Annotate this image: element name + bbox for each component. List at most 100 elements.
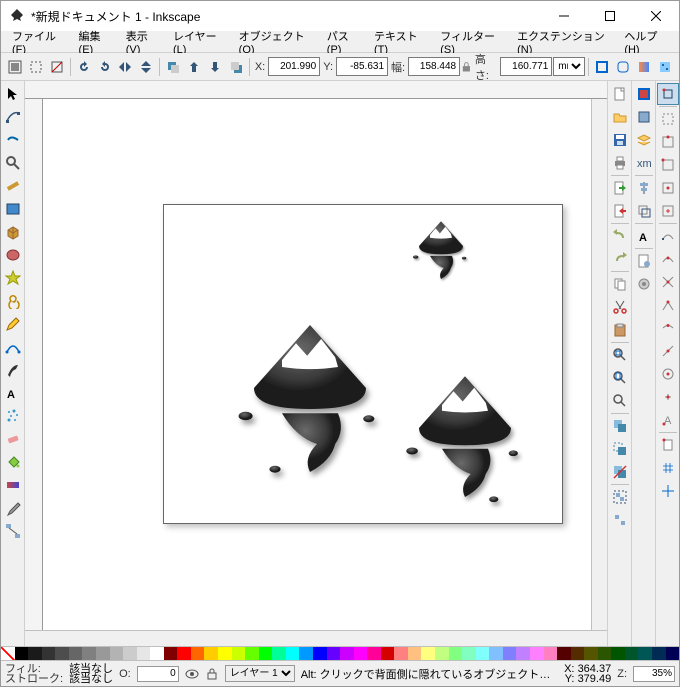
select-all-icon[interactable] <box>26 56 46 78</box>
snap-toggle-icon[interactable] <box>657 83 679 105</box>
flip-h-icon[interactable] <box>116 56 136 78</box>
clone-icon[interactable] <box>609 438 631 460</box>
swatch[interactable] <box>544 647 558 661</box>
lower-bottom-icon[interactable] <box>226 56 246 78</box>
swatch[interactable] <box>638 647 652 661</box>
swatch[interactable] <box>367 647 381 661</box>
swatch[interactable] <box>69 647 83 661</box>
zoom-input[interactable] <box>633 666 675 682</box>
unlink-clone-icon[interactable] <box>609 461 631 483</box>
tweak-tool-icon[interactable] <box>2 129 24 151</box>
align-icon[interactable] <box>633 177 655 199</box>
calligraphy-tool-icon[interactable] <box>2 359 24 381</box>
text-tool-icon[interactable]: A <box>2 382 24 404</box>
pencil-tool-icon[interactable] <box>2 313 24 335</box>
zoom-page-icon[interactable] <box>609 367 631 389</box>
swatch[interactable] <box>394 647 408 661</box>
raise-top-icon[interactable] <box>163 56 183 78</box>
swatch[interactable] <box>408 647 422 661</box>
scrollbar-vertical[interactable] <box>591 99 607 630</box>
text-dialog-icon[interactable]: A <box>633 225 655 247</box>
swatch[interactable] <box>489 647 503 661</box>
snap-guide-icon[interactable] <box>657 480 679 502</box>
fill-stroke-icon[interactable] <box>633 83 655 105</box>
swatch[interactable] <box>516 647 530 661</box>
paintbucket-tool-icon[interactable] <box>2 451 24 473</box>
swatch[interactable] <box>476 647 490 661</box>
zoom-drawing-icon[interactable] <box>609 390 631 412</box>
paste-icon[interactable] <box>609 319 631 341</box>
swatch[interactable] <box>462 647 476 661</box>
snap-smooth-icon[interactable] <box>657 317 679 339</box>
undo-icon[interactable] <box>609 225 631 247</box>
print-icon[interactable] <box>609 152 631 174</box>
snap-node-icon[interactable] <box>657 225 679 247</box>
select-all-layers-icon[interactable] <box>5 56 25 78</box>
ungroup-icon[interactable] <box>609 509 631 531</box>
h-input[interactable] <box>500 57 552 76</box>
snap-cusp-icon[interactable] <box>657 294 679 316</box>
group-icon[interactable] <box>609 486 631 508</box>
spiral-tool-icon[interactable] <box>2 290 24 312</box>
dropper-tool-icon[interactable] <box>2 497 24 519</box>
swatch[interactable] <box>584 647 598 661</box>
fill-value[interactable]: 該当なし <box>69 664 113 674</box>
snap-rotation-icon[interactable] <box>657 386 679 408</box>
cut-icon[interactable] <box>609 296 631 318</box>
snap-bbox-center-icon[interactable] <box>657 200 679 222</box>
swatch[interactable] <box>150 647 164 661</box>
selector-tool-icon[interactable] <box>2 83 24 105</box>
swatch[interactable] <box>218 647 232 661</box>
opacity-input[interactable] <box>137 666 179 682</box>
duplicate-icon[interactable] <box>609 415 631 437</box>
swatch[interactable] <box>272 647 286 661</box>
layer-select[interactable]: レイヤー 1 <box>225 665 295 682</box>
ruler-horizontal[interactable] <box>25 81 607 99</box>
swatch[interactable] <box>503 647 517 661</box>
swatch[interactable] <box>137 647 151 661</box>
snap-page-icon[interactable] <box>657 434 679 456</box>
rotate-ccw-icon[interactable] <box>74 56 94 78</box>
snap-intersection-icon[interactable] <box>657 271 679 293</box>
snap-bbox-icon[interactable] <box>657 108 679 130</box>
swatch[interactable] <box>232 647 246 661</box>
swatch[interactable] <box>598 647 612 661</box>
zoom-fit-icon[interactable] <box>609 344 631 366</box>
swatch[interactable] <box>177 647 191 661</box>
ruler-vertical[interactable] <box>25 99 43 630</box>
snap-bbox-corner-icon[interactable] <box>657 154 679 176</box>
eraser-tool-icon[interactable] <box>2 428 24 450</box>
swatch[interactable] <box>204 647 218 661</box>
redo-icon[interactable] <box>609 248 631 270</box>
swatch[interactable] <box>15 647 29 661</box>
new-doc-icon[interactable] <box>609 83 631 105</box>
stroke-value[interactable]: 該当なし <box>69 674 113 684</box>
prefs-icon[interactable] <box>633 273 655 295</box>
swatch[interactable] <box>557 647 571 661</box>
swatch[interactable] <box>55 647 69 661</box>
swatch[interactable] <box>82 647 96 661</box>
swatch[interactable] <box>530 647 544 661</box>
scrollbar-horizontal[interactable] <box>25 630 607 646</box>
spray-tool-icon[interactable] <box>2 405 24 427</box>
snap-center-icon[interactable] <box>657 363 679 385</box>
rotate-cw-icon[interactable] <box>95 56 115 78</box>
swatch[interactable] <box>571 647 585 661</box>
ellipse-tool-icon[interactable] <box>2 244 24 266</box>
swatch[interactable] <box>327 647 341 661</box>
swatch[interactable] <box>299 647 313 661</box>
swatch[interactable] <box>245 647 259 661</box>
swatch[interactable] <box>164 647 178 661</box>
transform-icon[interactable] <box>633 200 655 222</box>
export-icon[interactable] <box>609 200 631 222</box>
layer-lock-icon[interactable] <box>205 667 219 681</box>
lock-icon[interactable] <box>461 61 472 73</box>
move-pattern-icon[interactable] <box>655 56 675 78</box>
snap-grid-icon[interactable] <box>657 457 679 479</box>
y-input[interactable] <box>336 57 388 76</box>
save-icon[interactable] <box>609 129 631 151</box>
deselect-icon[interactable] <box>47 56 67 78</box>
3dbox-tool-icon[interactable] <box>2 221 24 243</box>
layer-visible-icon[interactable] <box>185 667 199 681</box>
move-gradient-icon[interactable] <box>634 56 654 78</box>
